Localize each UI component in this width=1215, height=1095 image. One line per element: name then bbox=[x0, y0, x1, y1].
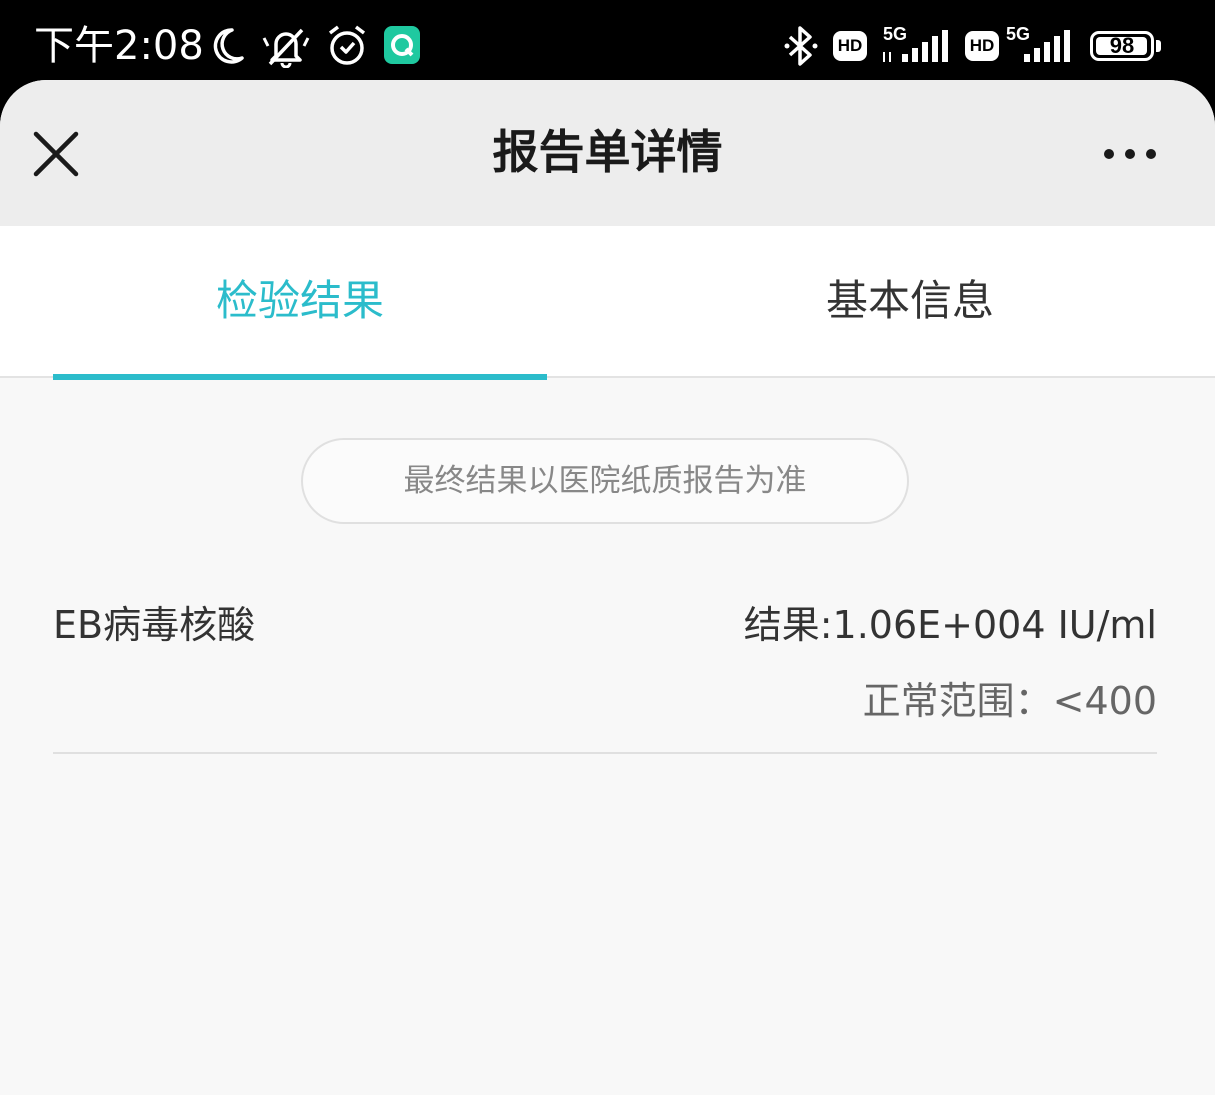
tab-basic-info[interactable]: 基本信息 bbox=[660, 226, 1160, 376]
mute-icon bbox=[262, 28, 310, 68]
tab-label: 检验结果 bbox=[215, 276, 384, 325]
moon-icon bbox=[213, 28, 244, 64]
paper-report-notice: 最终结果以医院纸质报告为准 bbox=[301, 438, 909, 524]
hd-icon: HD bbox=[965, 31, 999, 61]
active-tab-indicator bbox=[53, 374, 547, 380]
app-notification-icon bbox=[384, 26, 420, 64]
status-bar: 下午2:08 HD 5G HD 5G 98 bbox=[0, 0, 1215, 92]
normal-range: 正常范围：<400 bbox=[862, 679, 1157, 723]
battery-level-text: 98 bbox=[1109, 33, 1135, 58]
tab-bar: 检验结果 基本信息 bbox=[0, 226, 1215, 378]
test-result-value: 结果:1.06E+004 IU/ml bbox=[743, 603, 1157, 647]
status-time: 下午2:08 bbox=[34, 23, 204, 69]
test-item-name: EB病毒核酸 bbox=[53, 603, 256, 647]
signal-5g-icon bbox=[883, 30, 948, 62]
bluetooth-icon bbox=[784, 26, 818, 66]
tab-label: 基本信息 bbox=[825, 276, 994, 325]
title-bar: 报告单详情 bbox=[0, 80, 1215, 226]
signal-5g-icon bbox=[1024, 30, 1070, 62]
battery-tip bbox=[1156, 40, 1161, 52]
hd-icon: HD bbox=[833, 31, 867, 61]
alarm-icon bbox=[328, 25, 366, 65]
report-detail-sheet: 报告单详情 检验结果 基本信息 最终结果以医院纸质报告为准 EB病毒核酸 结果:… bbox=[0, 80, 1215, 1095]
page-title: 报告单详情 bbox=[492, 125, 723, 179]
battery-icon: 98 bbox=[1090, 31, 1154, 61]
result-row: EB病毒核酸 结果:1.06E+004 IU/ml 正常范围：<400 bbox=[53, 580, 1157, 754]
more-button[interactable] bbox=[1098, 140, 1162, 166]
tab-test-results[interactable]: 检验结果 bbox=[53, 226, 547, 376]
